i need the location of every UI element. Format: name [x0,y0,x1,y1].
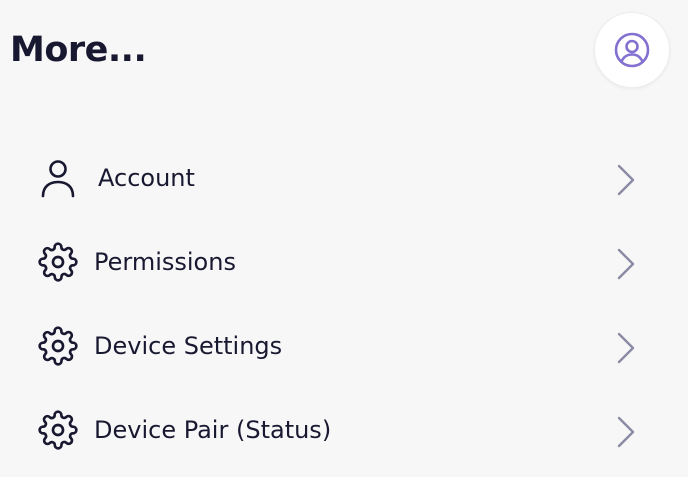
chevron-right-icon [612,246,640,282]
menu-item-account[interactable]: Account [0,138,688,222]
menu-item-device-settings[interactable]: Device Settings [0,306,688,390]
gear-icon [38,326,78,366]
user-icon [38,158,78,198]
menu-item-device-pair[interactable]: Device Pair (Status) [0,390,688,474]
user-circle-icon [614,32,650,68]
chevron-right-icon [612,162,640,198]
chevron-right-icon [612,330,640,366]
profile-button[interactable] [594,12,670,88]
menu-item-label: Device Pair (Status) [94,416,332,444]
chevron-right-icon [612,414,640,450]
menu-item-permissions[interactable]: Permissions [0,222,688,306]
page-title: More... [10,30,147,70]
gear-icon [38,410,78,450]
menu-item-label: Permissions [94,248,236,276]
menu-list: Account Permissions Device Settings Devi… [0,138,688,474]
menu-item-label: Device Settings [94,332,283,360]
menu-item-label: Account [98,164,195,192]
gear-icon [38,242,78,282]
